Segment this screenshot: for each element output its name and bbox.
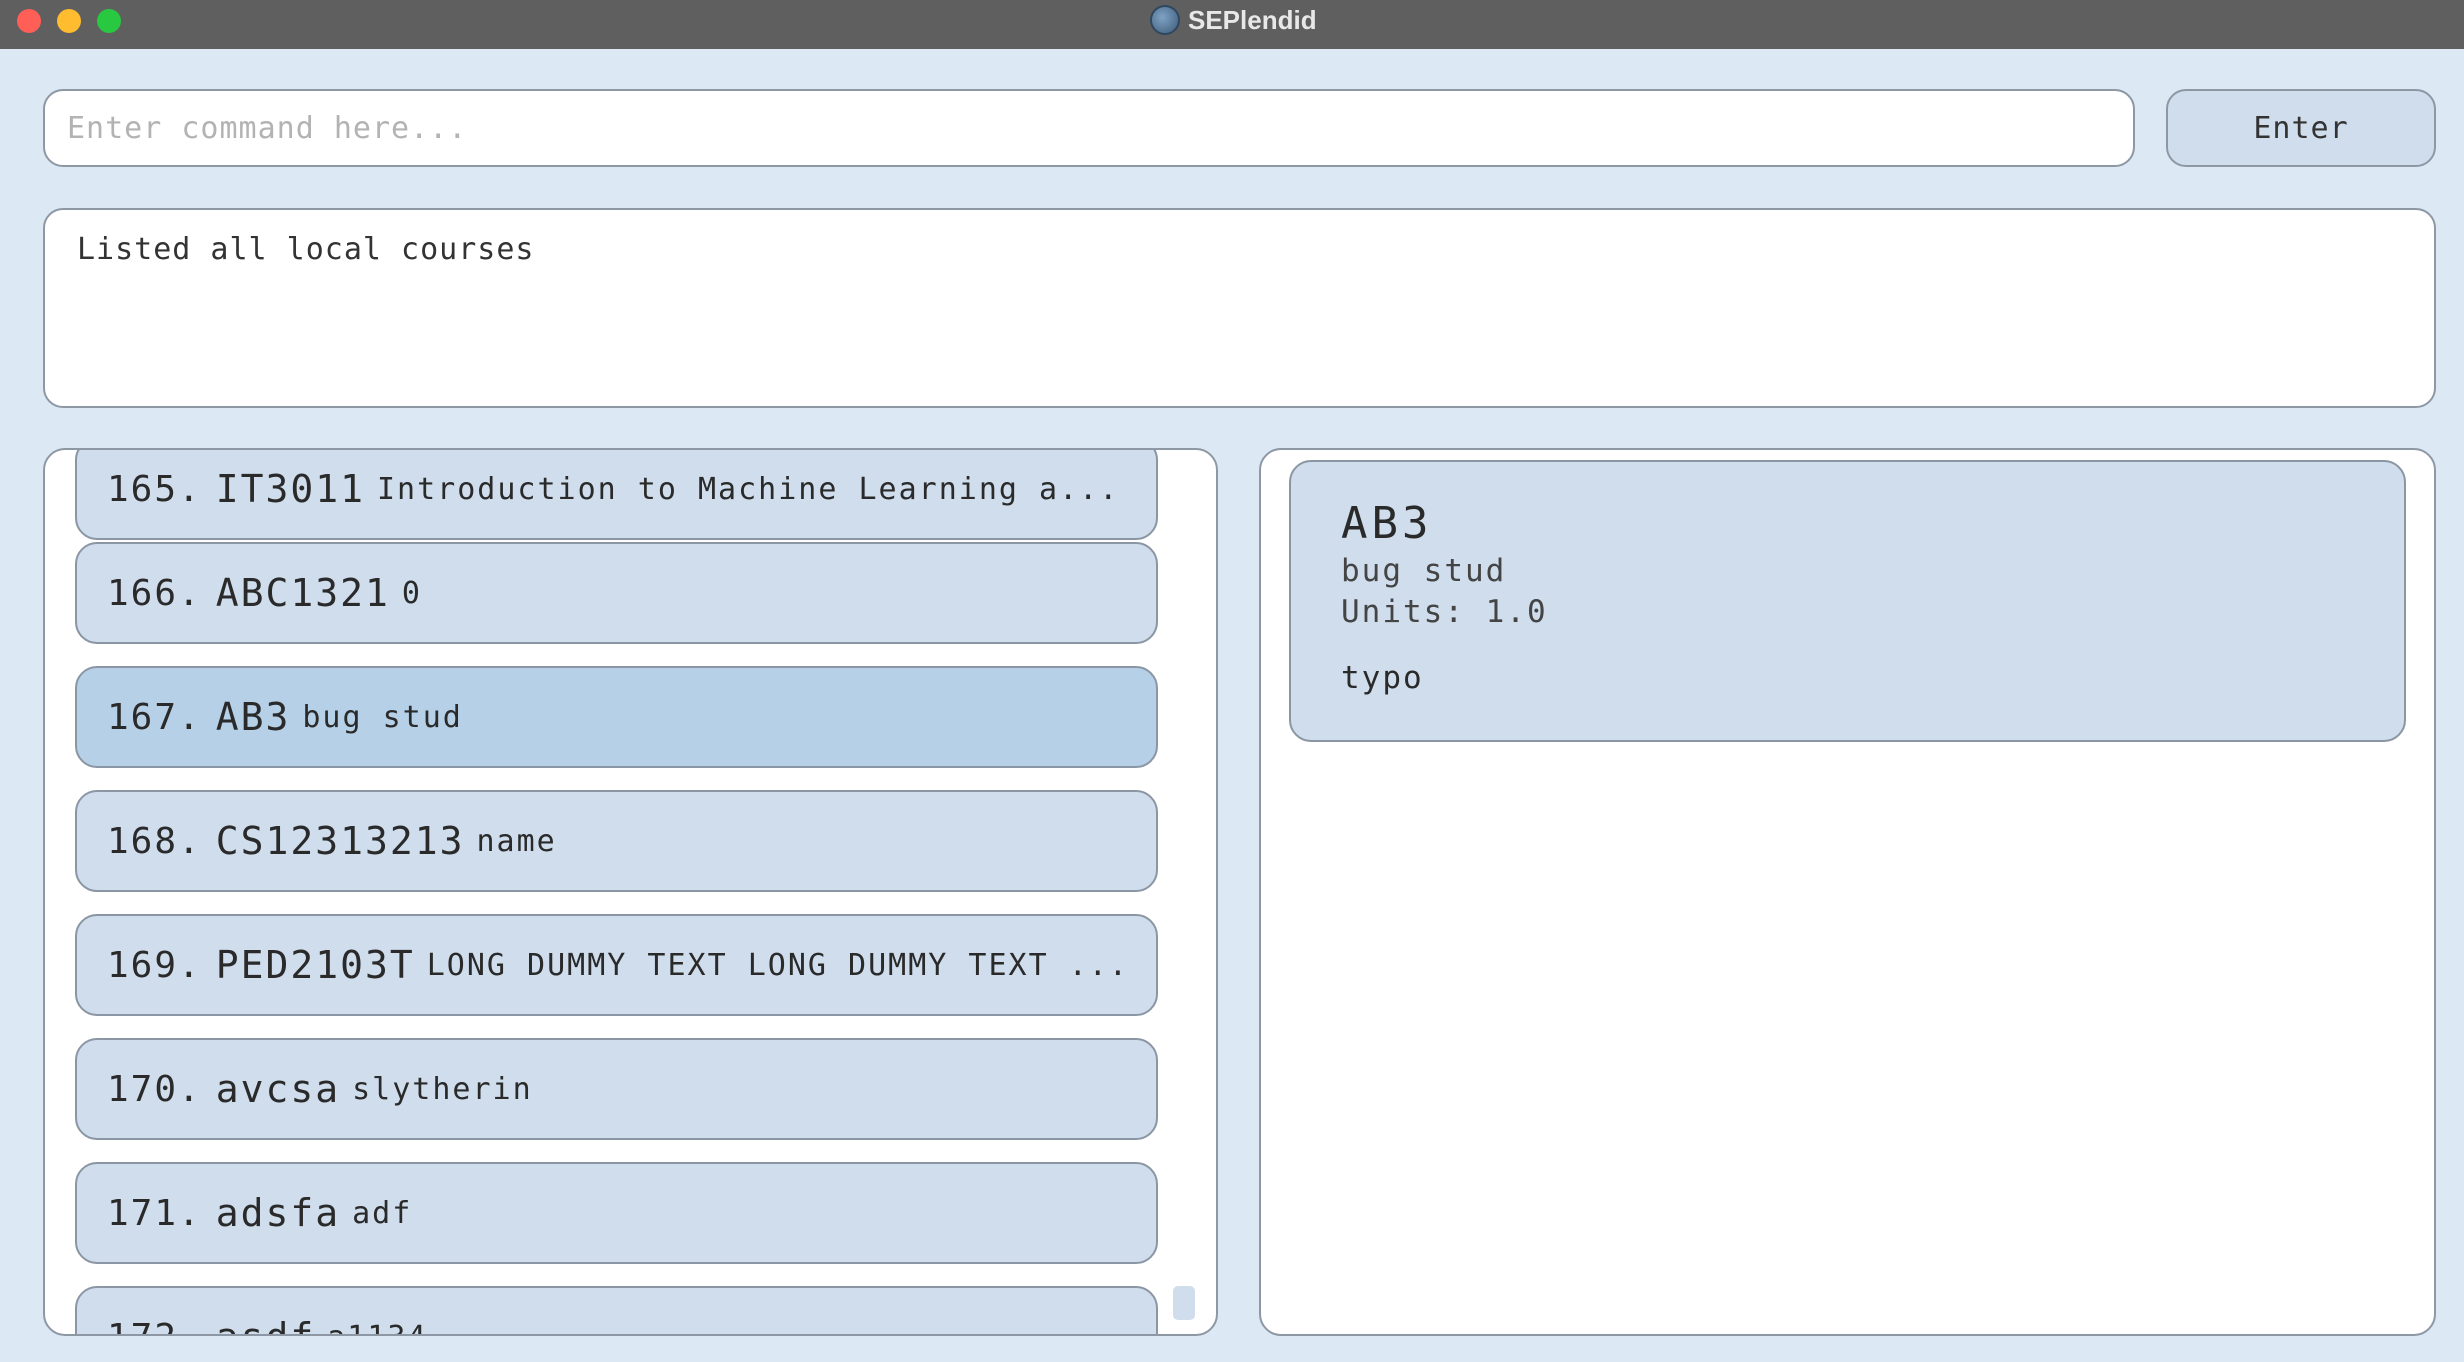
course-list-panel[interactable]: 165. IT3011 Introduction to Machine Lear… bbox=[43, 448, 1218, 1336]
course-code: PED2103T bbox=[215, 943, 415, 987]
minimize-window-button[interactable] bbox=[57, 9, 81, 33]
course-index: 165. bbox=[107, 468, 202, 510]
course-name: a1134 bbox=[327, 1320, 427, 1335]
course-list-item[interactable]: 166. ABC1321 0 bbox=[75, 542, 1158, 644]
course-name: LONG DUMMY TEXT LONG DUMMY TEXT ... bbox=[426, 947, 1129, 983]
course-name: 0 bbox=[401, 575, 422, 611]
course-code: ABC1321 bbox=[215, 571, 390, 615]
course-index: 171. bbox=[107, 1192, 202, 1234]
course-code: avcsa bbox=[215, 1067, 341, 1111]
detail-course-units: Units: 1.0 bbox=[1341, 594, 1548, 630]
course-code: AB3 bbox=[215, 695, 291, 739]
enter-button[interactable]: Enter bbox=[2166, 89, 2436, 167]
course-index: 167. bbox=[107, 696, 202, 738]
window-title: SEPlendid bbox=[1188, 4, 1317, 35]
course-list-item[interactable]: 172. asdf a1134 bbox=[75, 1286, 1158, 1335]
maximize-window-button[interactable] bbox=[97, 9, 121, 33]
course-list-item[interactable]: 165. IT3011 Introduction to Machine Lear… bbox=[75, 450, 1158, 540]
course-index: 172. bbox=[107, 1317, 202, 1335]
course-list-item[interactable]: 171. adsfa adf bbox=[75, 1162, 1158, 1264]
course-detail-panel: AB3 bug stud Units: 1.0 typo bbox=[1259, 448, 2436, 1336]
course-index: 168. bbox=[107, 820, 202, 862]
detail-course-description: typo bbox=[1341, 660, 1424, 696]
course-code: asdf bbox=[216, 1315, 316, 1334]
course-list-item[interactable]: 170. avcsa slytherin bbox=[75, 1038, 1158, 1140]
window-title-group: SEPlendid bbox=[1150, 0, 1317, 40]
course-list-item[interactable]: 169. PED2103T LONG DUMMY TEXT LONG DUMMY… bbox=[75, 914, 1158, 1016]
close-window-button[interactable] bbox=[17, 9, 41, 33]
course-name: Introduction to Machine Learning a... bbox=[376, 471, 1120, 507]
app-globe-icon bbox=[1150, 5, 1180, 35]
course-code: CS12313213 bbox=[215, 819, 465, 863]
app-window: SEPlendid Enter command here... Enter Li… bbox=[0, 0, 2464, 1362]
result-message: Listed all local courses bbox=[77, 232, 535, 267]
course-index: 169. bbox=[107, 944, 202, 986]
course-name: name bbox=[476, 823, 557, 859]
course-index: 170. bbox=[107, 1068, 202, 1110]
course-index: 166. bbox=[107, 572, 202, 614]
course-detail-card: AB3 bug stud Units: 1.0 typo bbox=[1289, 460, 2406, 742]
list-scrollbar-thumb[interactable] bbox=[1173, 1286, 1195, 1320]
course-name: bug stud bbox=[302, 699, 463, 735]
course-code: IT3011 bbox=[215, 467, 365, 511]
detail-course-name: bug stud bbox=[1341, 553, 1507, 589]
course-name: adf bbox=[352, 1195, 413, 1231]
course-list-item-selected[interactable]: 167. AB3 bug stud bbox=[75, 666, 1158, 768]
result-display: Listed all local courses bbox=[43, 208, 2436, 408]
title-bar: SEPlendid bbox=[0, 0, 2464, 49]
command-input-placeholder: Enter command here... bbox=[67, 110, 468, 146]
course-name: slytherin bbox=[352, 1071, 533, 1107]
course-list-item[interactable]: 168. CS12313213 name bbox=[75, 790, 1158, 892]
command-input[interactable]: Enter command here... bbox=[43, 89, 2135, 167]
detail-course-code: AB3 bbox=[1341, 498, 1433, 549]
course-code: adsfa bbox=[215, 1191, 341, 1235]
